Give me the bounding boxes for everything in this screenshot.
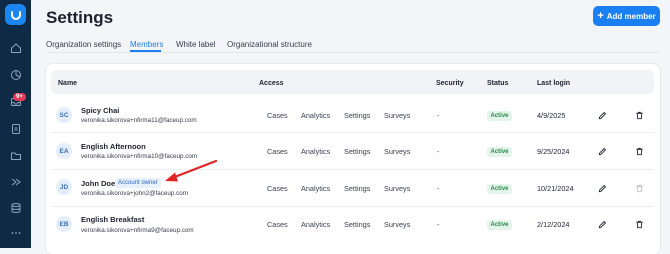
- column-header-access: Access: [259, 80, 284, 87]
- clipboard-icon[interactable]: [8, 121, 23, 136]
- member-email: veronika.sikorova+nfirma11@faceup.com: [81, 117, 197, 124]
- tab-organizational-structure[interactable]: Organizational structure: [227, 40, 312, 49]
- avatar: SC: [56, 107, 72, 123]
- add-member-button[interactable]: + Add member: [593, 6, 660, 26]
- security-value: -: [437, 220, 440, 229]
- security-value: -: [437, 111, 440, 120]
- member-name: John Doe: [81, 179, 116, 188]
- access-surveys: Surveys: [384, 111, 411, 120]
- avatar: EB: [56, 216, 72, 232]
- access-settings: Settings: [344, 111, 371, 120]
- trash-icon[interactable]: [634, 219, 644, 229]
- column-header-name: Name: [58, 80, 78, 87]
- trash-icon[interactable]: [634, 110, 644, 120]
- access-analytics: Analytics: [301, 147, 331, 156]
- tab-white-label[interactable]: White label: [176, 40, 216, 49]
- column-header-security: Security: [436, 80, 464, 87]
- member-email: veronika.sikorova+john2@faceup.com: [81, 190, 189, 197]
- member-name: Spicy Chai: [81, 106, 120, 115]
- access-surveys: Surveys: [384, 220, 411, 229]
- avatar: JD: [56, 179, 72, 195]
- row-divider: [51, 132, 654, 133]
- access-analytics: Analytics: [301, 220, 331, 229]
- column-header-status: Status: [487, 80, 509, 87]
- notification-badge: 9+: [13, 93, 26, 101]
- status-badge: Active: [487, 147, 512, 157]
- access-analytics: Analytics: [301, 184, 331, 193]
- folder-icon[interactable]: [8, 148, 23, 163]
- row-divider: [51, 206, 654, 207]
- column-header-last-login: Last login: [537, 80, 571, 87]
- status-badge: Active: [487, 111, 512, 121]
- access-cases: Cases: [267, 220, 288, 229]
- row-divider: [51, 169, 654, 170]
- trash-icon-disabled: [634, 183, 644, 193]
- database-icon[interactable]: [8, 200, 23, 215]
- member-name: English Afternoon: [81, 142, 146, 151]
- trash-icon[interactable]: [634, 146, 644, 156]
- member-email: veronika.sikorova+nfirma9@faceup.com: [81, 227, 194, 234]
- access-settings: Settings: [344, 184, 371, 193]
- last-login: 4/9/2025: [537, 111, 566, 120]
- active-tab-indicator: [130, 50, 161, 52]
- member-email: veronika.sikorova+nfirma10@faceup.com: [81, 153, 198, 160]
- security-value: -: [437, 184, 440, 193]
- home-icon[interactable]: [8, 40, 23, 55]
- access-surveys: Surveys: [384, 147, 411, 156]
- edit-icon[interactable]: [597, 146, 607, 156]
- edit-icon[interactable]: [597, 110, 607, 120]
- tab-members[interactable]: Members: [130, 40, 163, 49]
- access-settings: Settings: [344, 220, 371, 229]
- more-icon[interactable]: [8, 225, 23, 240]
- tab-organization-settings[interactable]: Organization settings: [46, 40, 121, 49]
- status-badge: Active: [487, 220, 512, 230]
- access-cases: Cases: [267, 147, 288, 156]
- tabs-divider: [46, 51, 660, 53]
- edit-icon[interactable]: [597, 183, 607, 193]
- last-login: 10/21/2024: [537, 184, 574, 193]
- access-settings: Settings: [344, 147, 371, 156]
- last-login: 2/12/2024: [537, 220, 570, 229]
- plus-icon: +: [597, 9, 604, 22]
- add-member-label: Add member: [606, 11, 656, 21]
- forward-icon[interactable]: [8, 174, 23, 189]
- page-title: Settings: [46, 8, 114, 27]
- dashboard-icon[interactable]: [8, 67, 23, 82]
- member-name: English Breakfast: [81, 215, 145, 224]
- edit-icon[interactable]: [597, 219, 607, 229]
- account-owner-tag: Account owner: [115, 178, 161, 188]
- security-value: -: [437, 147, 440, 156]
- avatar: EA: [56, 143, 72, 159]
- access-surveys: Surveys: [384, 184, 411, 193]
- sidebar: 9+: [0, 0, 31, 248]
- access-cases: Cases: [267, 111, 288, 120]
- access-analytics: Analytics: [301, 111, 331, 120]
- status-badge: Active: [487, 184, 512, 194]
- last-login: 9/25/2024: [537, 147, 570, 156]
- access-cases: Cases: [267, 184, 288, 193]
- app-logo[interactable]: [5, 4, 26, 25]
